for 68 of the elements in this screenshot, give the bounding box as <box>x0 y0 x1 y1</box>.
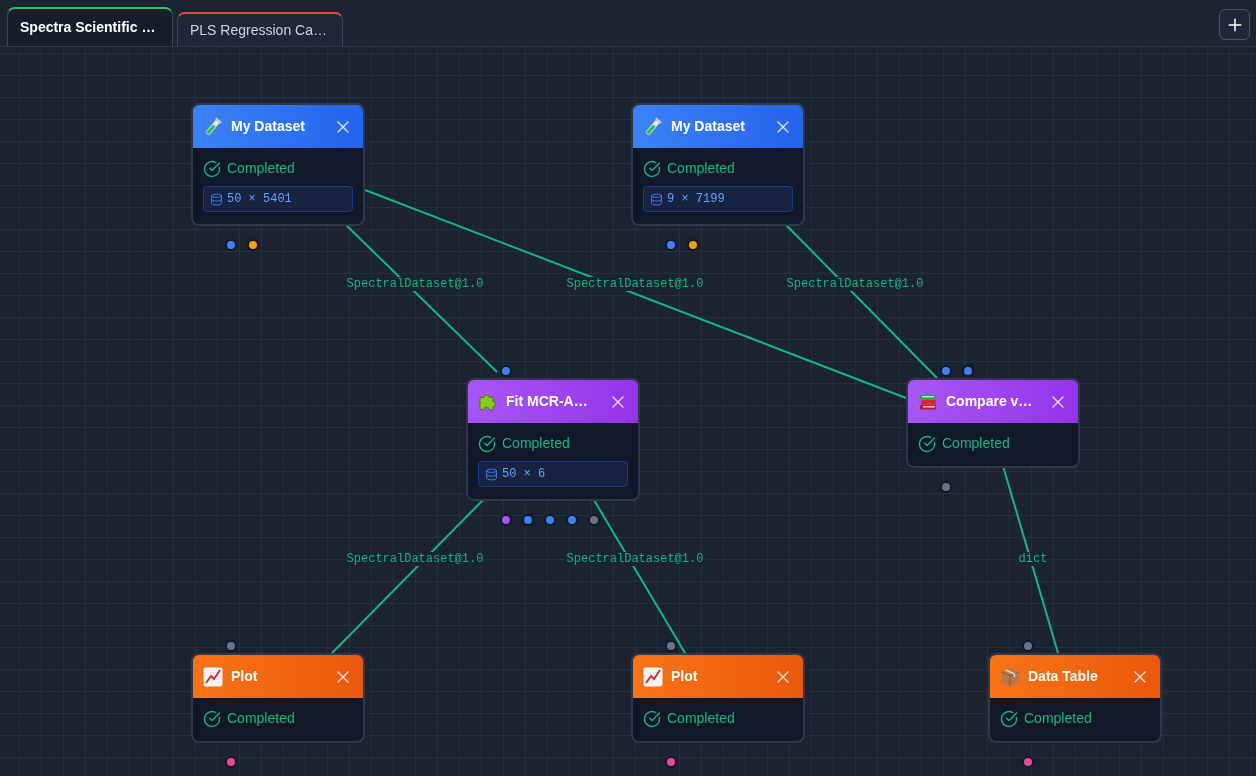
edge-label: SpectralDataset@1.0 <box>564 552 706 566</box>
line-chart-icon <box>203 666 223 687</box>
node-card[interactable]: My Dataset Completed 50 × 5401 <box>191 103 365 226</box>
node-card[interactable]: Plot Completed <box>631 653 805 743</box>
test-tube-icon <box>203 116 223 137</box>
edge-label: SpectralDataset@1.0 <box>564 277 706 291</box>
port-handle-icon[interactable] <box>522 514 534 526</box>
shape-text: 9 × 7199 <box>667 191 725 208</box>
port-handle-icon[interactable] <box>225 239 237 251</box>
edge-label: SpectralDataset@1.0 <box>344 552 486 566</box>
port-handle-icon[interactable] <box>247 239 259 251</box>
check-circle-icon <box>478 434 496 453</box>
port-handle-icon[interactable] <box>588 514 600 526</box>
database-icon <box>650 192 663 206</box>
port-handle-icon[interactable] <box>665 239 677 251</box>
node-title: Compare v… <box>946 392 1034 411</box>
port-handle-icon[interactable] <box>1022 756 1034 768</box>
check-circle-icon <box>643 709 661 728</box>
status-text: Completed <box>227 709 295 728</box>
check-circle-icon <box>203 159 221 178</box>
node-title: Plot <box>671 667 699 686</box>
node-title: My Dataset <box>671 117 746 136</box>
check-circle-icon <box>643 159 661 178</box>
line-chart-icon <box>643 666 663 687</box>
database-icon <box>210 192 223 206</box>
database-icon <box>485 467 498 481</box>
document-tab[interactable]: Spectra Scientific … <box>7 7 173 46</box>
port-handle-icon[interactable] <box>940 365 952 377</box>
status-text: Completed <box>942 434 1010 453</box>
status-text: Completed <box>502 434 570 453</box>
status-text: Completed <box>667 709 735 728</box>
add-tab-button[interactable] <box>1219 9 1250 40</box>
check-circle-icon <box>1000 709 1018 728</box>
port-handle-icon[interactable] <box>687 239 699 251</box>
edge-label: dict <box>1016 552 1050 566</box>
node-card[interactable]: Data Table Completed <box>988 653 1162 743</box>
port-handle-icon[interactable] <box>566 514 578 526</box>
package-box-icon <box>1000 666 1020 687</box>
port-handle-icon[interactable] <box>544 514 556 526</box>
node-card[interactable]: My Dataset Completed 9 × 7199 <box>631 103 805 226</box>
port-handle-icon[interactable] <box>225 640 237 652</box>
node-card[interactable]: Fit MCR-A… Completed 50 × 6 <box>466 378 640 501</box>
document-tab[interactable]: PLS Regression Ca… <box>177 12 343 46</box>
check-circle-icon <box>203 709 221 728</box>
port-handle-icon[interactable] <box>962 365 974 377</box>
shape-text: 50 × 6 <box>502 466 546 483</box>
shape-text: 50 × 5401 <box>227 191 292 208</box>
port-handle-icon[interactable] <box>500 365 512 377</box>
node-title: My Dataset <box>231 117 306 136</box>
status-text: Completed <box>1024 709 1092 728</box>
port-handle-icon[interactable] <box>1022 640 1034 652</box>
node-card[interactable]: Plot Completed <box>191 653 365 743</box>
port-handle-icon[interactable] <box>940 481 952 493</box>
port-handle-icon[interactable] <box>665 756 677 768</box>
node-title: Plot <box>231 667 259 686</box>
edge-label: SpectralDataset@1.0 <box>784 277 926 291</box>
status-text: Completed <box>667 159 735 178</box>
puzzle-piece-icon <box>478 391 498 412</box>
node-title: Data Table <box>1028 667 1099 686</box>
status-text: Completed <box>227 159 295 178</box>
port-handle-icon[interactable] <box>225 756 237 768</box>
port-handle-icon[interactable] <box>500 514 512 526</box>
test-tube-icon <box>643 116 663 137</box>
node-title: Fit MCR-A… <box>506 392 589 411</box>
edge-label: SpectralDataset@1.0 <box>344 277 486 291</box>
check-circle-icon <box>918 434 936 453</box>
port-handle-icon[interactable] <box>665 640 677 652</box>
node-card[interactable]: Compare v… Completed <box>906 378 1080 468</box>
